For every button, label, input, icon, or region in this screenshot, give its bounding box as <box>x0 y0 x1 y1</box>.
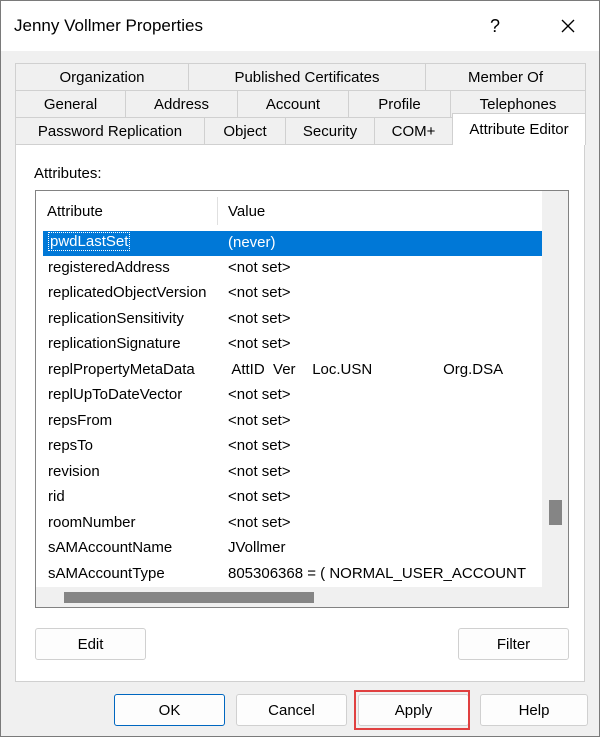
column-divider[interactable] <box>217 197 218 225</box>
close-icon <box>561 19 575 33</box>
attribute-value: AttID Ver Loc.USN Org.DSA <box>228 361 504 378</box>
apply-button-label: Apply <box>394 701 433 719</box>
tab-label: Member Of <box>467 68 543 86</box>
list-header: Attribute Value <box>36 191 542 229</box>
list-row-pwdlastset[interactable]: pwdLastSet (never) <box>43 231 542 256</box>
edit-button-label: Edit <box>77 635 104 653</box>
tab-label: Password Replication <box>37 122 183 140</box>
attribute-name: sAMAccountName <box>48 539 173 556</box>
apply-button[interactable]: Apply <box>358 694 469 726</box>
tab-label: Telephones <box>479 95 557 113</box>
list-row[interactable]: sAMAccountType 805306368 = ( NORMAL_USER… <box>43 562 542 587</box>
attribute-value: <not set> <box>228 437 291 454</box>
attribute-value: <not set> <box>228 335 291 352</box>
vertical-scrollbar[interactable] <box>542 191 568 589</box>
attribute-name: pwdLastSet <box>48 232 131 251</box>
attribute-name: revision <box>48 463 100 480</box>
tab-label: Profile <box>378 95 421 113</box>
horizontal-scroll-thumb[interactable] <box>64 592 314 603</box>
attribute-name: replicationSignature <box>48 335 181 352</box>
attribute-value: (never) <box>228 234 276 251</box>
close-button[interactable] <box>546 7 590 45</box>
horizontal-scrollbar[interactable] <box>36 587 568 607</box>
list-row[interactable]: roomNumber <not set> <box>43 511 542 536</box>
tab-label: Address <box>153 95 210 113</box>
ok-button-label: OK <box>158 701 181 719</box>
tab-published-certificates[interactable]: Published Certificates <box>188 63 426 90</box>
attributes-label: Attributes: <box>34 165 102 182</box>
tab-security[interactable]: Security <box>285 117 375 144</box>
list-row[interactable]: replUpToDateVector <not set> <box>43 383 542 408</box>
tab-label: General <box>43 95 98 113</box>
tab-label: Organization <box>59 68 145 86</box>
attribute-value: <not set> <box>228 386 291 403</box>
list-row[interactable]: registeredAddress <not set> <box>43 256 542 281</box>
column-header-value[interactable]: Value <box>228 203 265 220</box>
tab-label: Attribute Editor <box>469 121 569 138</box>
list-row[interactable]: replicatedObjectVersion <not set> <box>43 281 542 306</box>
cancel-button[interactable]: Cancel <box>236 694 347 726</box>
tab-com-plus[interactable]: COM+ <box>374 117 453 144</box>
help-footer-button[interactable]: Help <box>480 694 588 726</box>
attribute-name: sAMAccountType <box>48 565 165 582</box>
tab-profile[interactable]: Profile <box>348 90 451 117</box>
edit-button[interactable]: Edit <box>35 628 146 660</box>
tab-member-of[interactable]: Member Of <box>425 63 586 90</box>
tab-label: COM+ <box>391 122 436 140</box>
tab-address[interactable]: Address <box>125 90 238 117</box>
attribute-name: rid <box>48 488 65 505</box>
list-row[interactable]: replicationSensitivity <not set> <box>43 307 542 332</box>
properties-dialog: Jenny Vollmer Properties ? Organization … <box>0 0 600 737</box>
attribute-value: 805306368 = ( NORMAL_USER_ACCOUNT <box>228 565 527 582</box>
help-button[interactable]: ? <box>473 7 517 45</box>
attributes-list[interactable]: Attribute Value pwdLastSet (never) regis… <box>35 190 569 608</box>
list-row[interactable]: replicationSignature <not set> <box>43 332 542 357</box>
tab-account[interactable]: Account <box>237 90 349 117</box>
cancel-button-label: Cancel <box>268 701 315 719</box>
tab-password-replication[interactable]: Password Replication <box>15 117 205 144</box>
attribute-name: replPropertyMetaData <box>48 361 195 378</box>
attribute-name: registeredAddress <box>48 259 170 276</box>
dialog-title: Jenny Vollmer Properties <box>14 16 203 35</box>
list-row[interactable]: rid <not set> <box>43 485 542 510</box>
attribute-value: JVollmer <box>228 539 286 556</box>
tab-label: Published Certificates <box>234 68 380 86</box>
list-row[interactable]: replPropertyMetaData AttID Ver Loc.USN O… <box>43 358 542 383</box>
attribute-value: <not set> <box>228 259 291 276</box>
help-icon: ? <box>489 15 500 36</box>
tab-object[interactable]: Object <box>204 117 286 144</box>
attribute-value: <not set> <box>228 310 291 327</box>
attribute-value: <not set> <box>228 412 291 429</box>
column-header-attribute[interactable]: Attribute <box>47 203 103 220</box>
list-row[interactable]: revision <not set> <box>43 460 542 485</box>
attribute-name: replUpToDateVector <box>48 386 183 403</box>
attribute-name: replicatedObjectVersion <box>48 284 207 301</box>
list-row[interactable]: repsTo <not set> <box>43 434 542 459</box>
list-row[interactable]: repsFrom <not set> <box>43 409 542 434</box>
help-button-label: Help <box>518 701 550 719</box>
attribute-name: repsTo <box>48 437 94 454</box>
attribute-name: replicationSensitivity <box>48 310 184 327</box>
tab-label: Object <box>223 122 267 140</box>
attribute-name: roomNumber <box>48 514 136 531</box>
tab-attribute-editor[interactable]: Attribute Editor <box>452 113 586 145</box>
attribute-value: <not set> <box>228 463 291 480</box>
filter-button[interactable]: Filter <box>458 628 569 660</box>
attribute-value: <not set> <box>228 284 291 301</box>
attribute-value: <not set> <box>228 488 291 505</box>
tab-organization[interactable]: Organization <box>15 63 189 90</box>
tab-label: Security <box>302 122 358 140</box>
attribute-value: <not set> <box>228 514 291 531</box>
attribute-name: repsFrom <box>48 412 113 429</box>
vertical-scroll-thumb[interactable] <box>549 500 562 525</box>
list-row[interactable]: sAMAccountName JVollmer <box>43 536 542 561</box>
filter-button-label: Filter <box>496 635 531 653</box>
scrollbar-corner <box>542 587 568 607</box>
tab-general[interactable]: General <box>15 90 126 117</box>
ok-button[interactable]: OK <box>114 694 225 726</box>
tab-label: Account <box>265 95 321 113</box>
title-bar: Jenny Vollmer Properties ? <box>1 1 599 51</box>
